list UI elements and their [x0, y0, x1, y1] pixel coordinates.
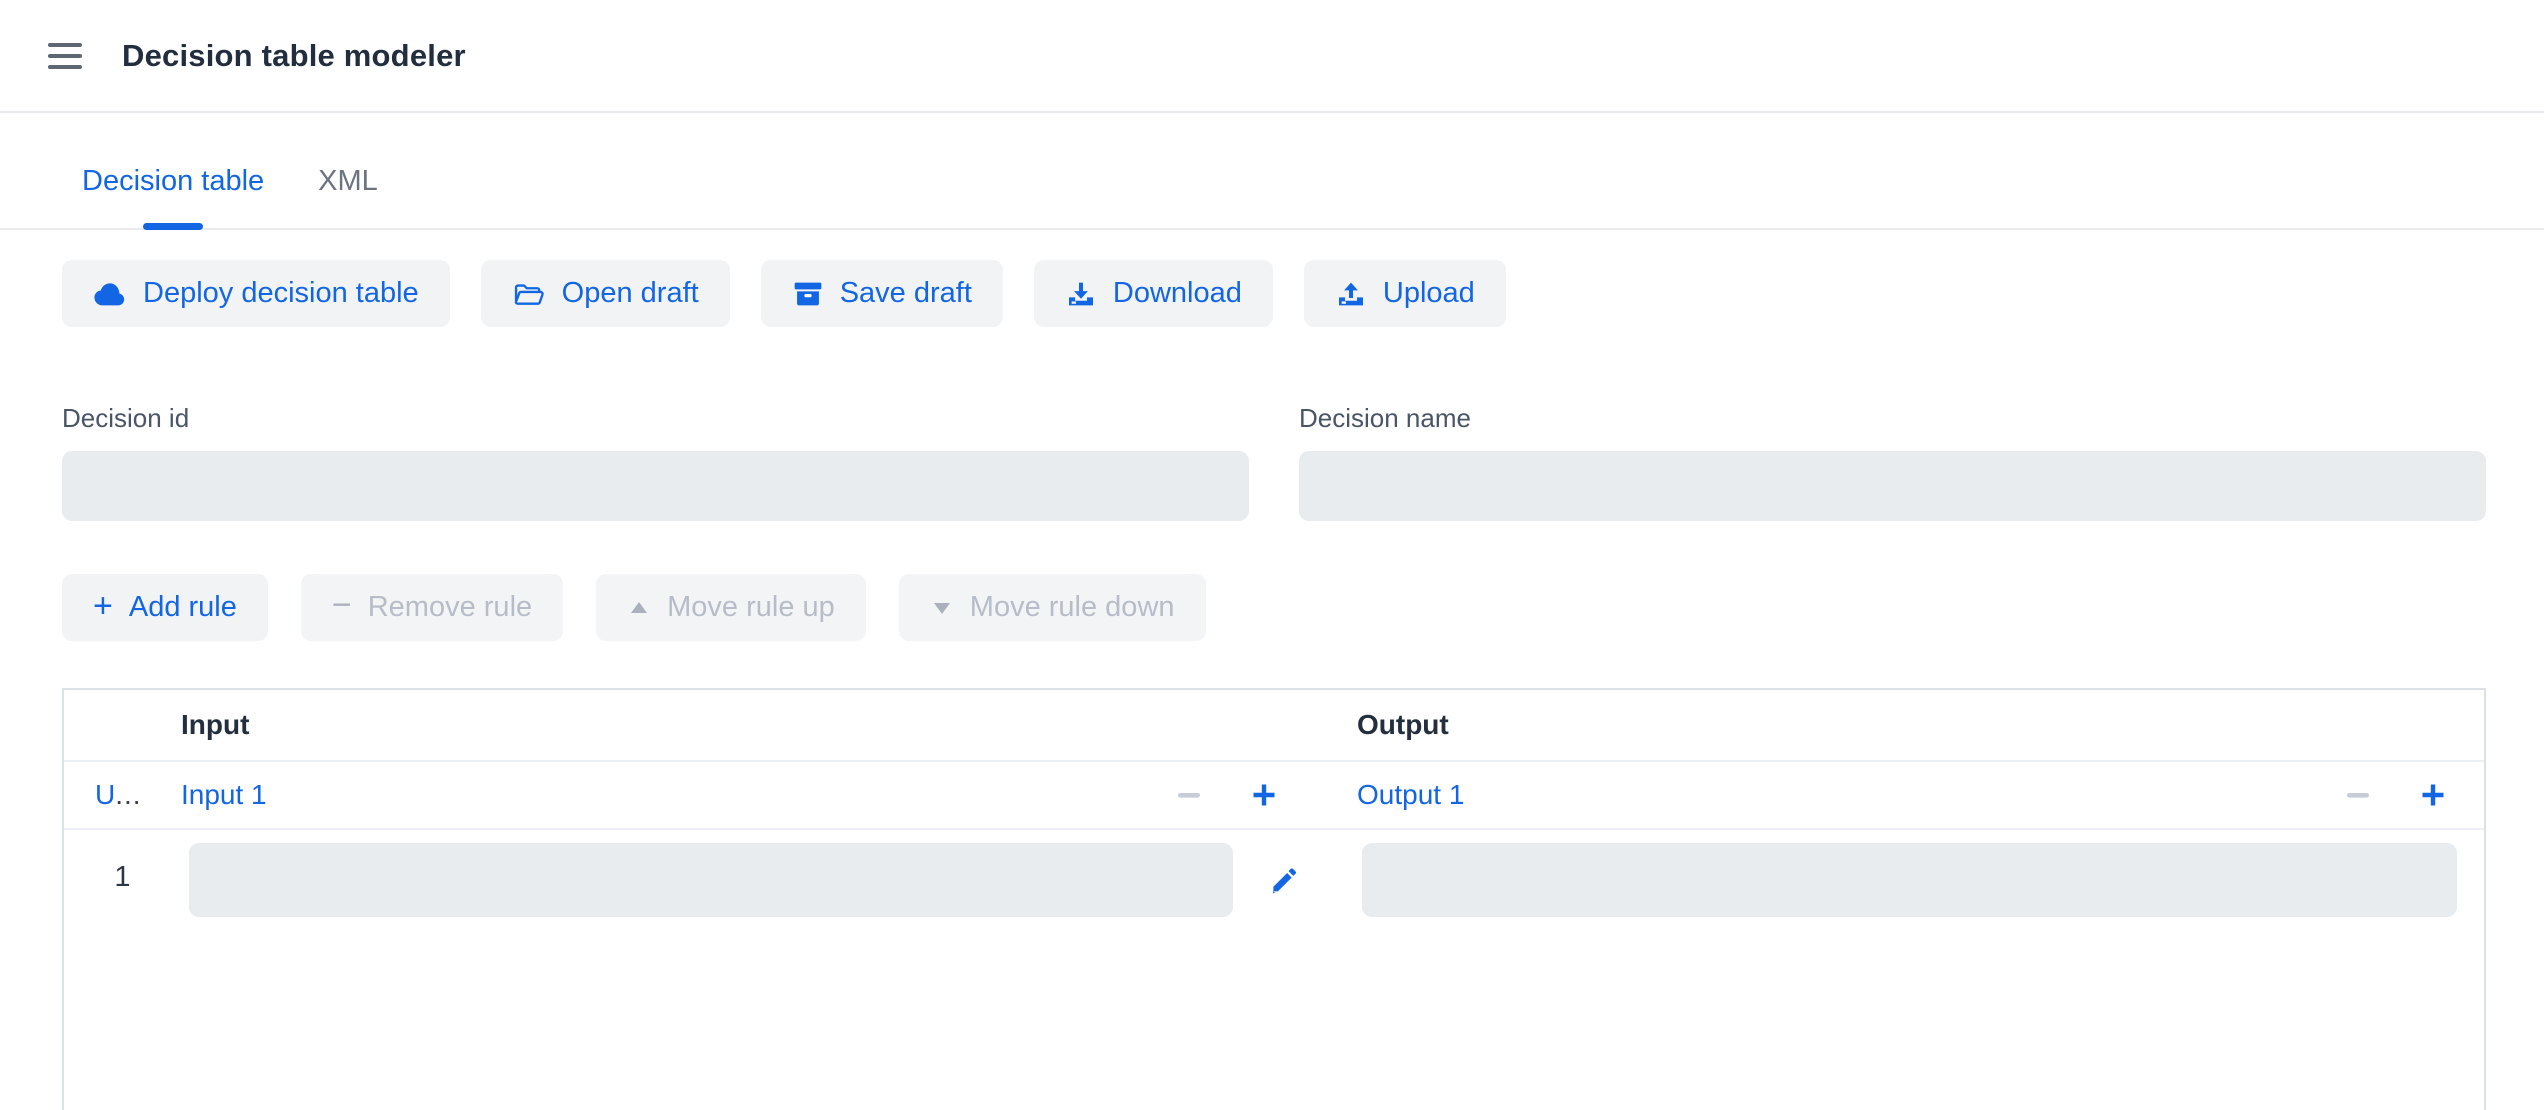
- move-rule-down-button[interactable]: Move rule down: [899, 574, 1206, 641]
- rule-output-cell: [1357, 843, 2484, 917]
- output-column-label[interactable]: Output 1: [1357, 779, 1464, 811]
- deploy-decision-table-button[interactable]: Deploy decision table: [62, 260, 450, 327]
- page-title: Decision table modeler: [122, 38, 466, 74]
- decision-name-label: Decision name: [1299, 403, 2486, 434]
- remove-rule-button[interactable]: − Remove rule: [301, 574, 563, 641]
- table-row: 1: [64, 830, 2484, 917]
- download-button[interactable]: Download: [1034, 260, 1273, 327]
- input-column-label[interactable]: Input 1: [181, 779, 267, 811]
- tab-bar: Decision table XML: [0, 113, 2544, 230]
- tab-decision-table[interactable]: Decision table: [80, 165, 266, 228]
- archive-box-icon: [792, 278, 824, 310]
- move-rule-up-button-label: Move rule up: [667, 591, 835, 624]
- rule-output-field[interactable]: [1362, 843, 2457, 917]
- folder-open-icon: [512, 279, 546, 309]
- tab-xml-label: XML: [318, 165, 378, 197]
- rule-number: 1: [64, 843, 181, 894]
- table-columns-row: U... Input 1 Output 1: [64, 762, 2484, 830]
- minus-icon: −: [332, 588, 352, 622]
- input-section-header: Input: [181, 709, 1357, 741]
- remove-rule-button-label: Remove rule: [368, 591, 532, 624]
- table-header-row: Input Output: [64, 690, 2484, 762]
- add-input-column-button[interactable]: [1249, 780, 1279, 810]
- minus-icon: [2345, 782, 2371, 808]
- plus-icon: [1249, 780, 1279, 810]
- decision-table: Input Output U... Input 1 Output 1: [62, 688, 2486, 1110]
- upload-button[interactable]: Upload: [1304, 260, 1506, 327]
- rule-toolbar: + Add rule − Remove rule Move rule up Mo…: [62, 574, 2544, 641]
- move-rule-up-button[interactable]: Move rule up: [596, 574, 866, 641]
- hit-policy-ellipsis: ...: [115, 779, 141, 810]
- decision-name-group: Decision name: [1299, 403, 2486, 521]
- save-draft-button-label: Save draft: [840, 277, 972, 310]
- rule-input-cell: [181, 843, 1357, 917]
- download-button-label: Download: [1113, 277, 1242, 310]
- tab-xml[interactable]: XML: [316, 165, 380, 228]
- hit-policy-cell[interactable]: U...: [64, 779, 181, 811]
- upload-button-label: Upload: [1383, 277, 1475, 310]
- plus-icon: +: [93, 589, 113, 623]
- main-toolbar: Deploy decision table Open draft Save dr…: [62, 260, 2544, 327]
- add-rule-button-label: Add rule: [129, 591, 237, 624]
- remove-input-column-button[interactable]: [1174, 780, 1204, 810]
- download-tray-icon: [1065, 278, 1097, 310]
- triangle-down-icon: [930, 596, 954, 620]
- add-rule-button[interactable]: + Add rule: [62, 574, 268, 641]
- add-output-column-button[interactable]: [2418, 780, 2448, 810]
- decision-id-label: Decision id: [62, 403, 1249, 434]
- rule-input-field[interactable]: [189, 843, 1233, 917]
- tab-decision-table-label: Decision table: [82, 165, 264, 197]
- deploy-button-label: Deploy decision table: [143, 277, 419, 310]
- menu-icon[interactable]: [48, 43, 82, 69]
- minus-icon: [1176, 782, 1202, 808]
- output-section-header: Output: [1357, 709, 2484, 741]
- cloud-icon: [93, 281, 127, 307]
- hit-policy-abbrev: U: [95, 779, 115, 810]
- app-header: Decision table modeler: [0, 0, 2544, 113]
- decision-id-input[interactable]: [62, 451, 1249, 521]
- active-tab-indicator: [143, 223, 203, 230]
- decision-name-input[interactable]: [1299, 451, 2486, 521]
- open-draft-button-label: Open draft: [562, 277, 699, 310]
- decision-form: Decision id Decision name: [62, 403, 2486, 521]
- plus-icon: [2418, 780, 2448, 810]
- remove-output-column-button[interactable]: [2343, 780, 2373, 810]
- open-draft-button[interactable]: Open draft: [481, 260, 730, 327]
- save-draft-button[interactable]: Save draft: [761, 260, 1003, 327]
- edit-rule-button[interactable]: [1267, 863, 1301, 897]
- output-column-header-cell: Output 1: [1357, 779, 2484, 811]
- decision-id-group: Decision id: [62, 403, 1249, 521]
- triangle-up-icon: [627, 596, 651, 620]
- move-rule-down-button-label: Move rule down: [970, 591, 1175, 624]
- pencil-icon: [1267, 863, 1301, 897]
- input-column-header-cell: Input 1: [181, 779, 1357, 811]
- upload-tray-icon: [1335, 278, 1367, 310]
